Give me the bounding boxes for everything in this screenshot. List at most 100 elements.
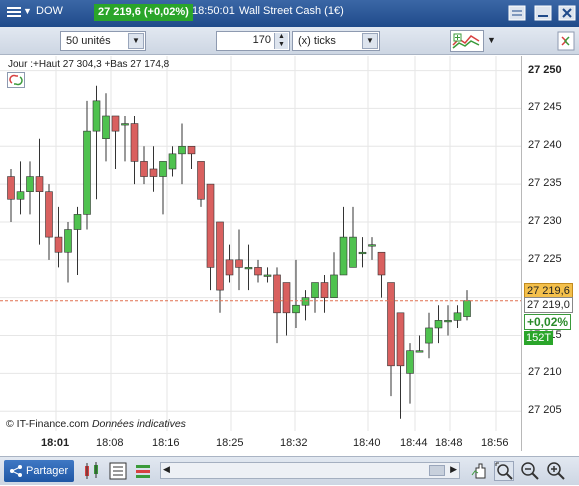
candle[interactable] — [216, 221, 224, 313]
window-list-icon[interactable] — [508, 4, 526, 25]
scrollbar-thumb[interactable] — [429, 465, 445, 476]
candle[interactable] — [187, 145, 196, 169]
chart-area[interactable] — [0, 56, 579, 451]
units-select[interactable]: 50 unités ▼ — [60, 31, 146, 51]
candle[interactable] — [225, 244, 234, 283]
zoom-fit-icon[interactable] — [494, 461, 514, 481]
share-button[interactable]: Partager — [4, 460, 74, 482]
candle[interactable] — [159, 161, 167, 215]
list-view-icon[interactable] — [108, 461, 128, 481]
candle-body — [292, 304, 300, 314]
candle[interactable] — [263, 267, 272, 283]
zoom-in-icon[interactable] — [546, 461, 566, 481]
copyright-text: © IT-Finance.com — [6, 418, 90, 430]
candle[interactable] — [121, 115, 129, 162]
scroll-right-icon[interactable]: ▶ — [450, 464, 457, 475]
candle[interactable] — [273, 267, 281, 344]
candle[interactable] — [64, 221, 72, 283]
menu-icon[interactable] — [6, 4, 22, 23]
candle-body — [7, 176, 15, 200]
candle[interactable] — [425, 312, 433, 359]
candle[interactable] — [282, 282, 291, 336]
candle[interactable] — [453, 305, 462, 328]
candle[interactable] — [301, 290, 310, 321]
y-tick-label: 27 230 — [528, 214, 562, 227]
x-tick-label: 18:25 — [216, 437, 244, 449]
candle-body — [111, 115, 120, 132]
candle[interactable] — [349, 206, 357, 268]
candle[interactable] — [130, 115, 139, 185]
candle[interactable] — [178, 123, 186, 185]
candle[interactable] — [149, 146, 158, 192]
volume-tag: 152T — [524, 331, 554, 345]
candle[interactable] — [368, 237, 376, 260]
candle[interactable] — [206, 183, 215, 291]
candle[interactable] — [292, 259, 300, 328]
candle[interactable] — [197, 161, 205, 207]
y-tick-label: 27 240 — [528, 139, 562, 152]
candle[interactable] — [339, 206, 348, 276]
candle[interactable] — [168, 146, 177, 177]
candle[interactable] — [83, 100, 91, 230]
refresh-icon[interactable] — [7, 72, 25, 91]
pan-icon[interactable] — [470, 461, 490, 481]
chart-type-button[interactable] — [450, 30, 484, 52]
scroll-left-icon[interactable]: ◀ — [163, 464, 170, 475]
candle[interactable] — [92, 85, 101, 200]
candle[interactable] — [311, 282, 319, 313]
candle[interactable] — [102, 93, 110, 162]
chevron-down-icon[interactable]: ▼ — [23, 6, 32, 16]
bars-icon[interactable] — [134, 461, 154, 481]
candle[interactable] — [235, 229, 243, 291]
candle[interactable] — [244, 244, 253, 291]
candle[interactable] — [396, 312, 405, 419]
candle[interactable] — [377, 251, 386, 298]
chevron-down-icon[interactable]: ▼ — [487, 35, 496, 45]
symbol-label[interactable]: DOW — [36, 5, 63, 17]
day-range-legend: Jour :+Haut 27 304,3 +Bas 27 174,8 — [8, 59, 170, 70]
ticks-value[interactable]: 170 — [253, 34, 271, 46]
x-tick-label: 18:01 — [41, 437, 70, 449]
ticks-stepper[interactable]: 170 ▲ ▼ — [216, 31, 290, 51]
candle[interactable] — [434, 305, 443, 344]
candle[interactable] — [45, 184, 53, 260]
candle[interactable] — [140, 146, 148, 185]
candle[interactable] — [358, 237, 367, 268]
candle[interactable] — [35, 138, 44, 245]
reference-price-tag: 27 219,0 — [524, 297, 573, 313]
x-tick-label: 18:16 — [152, 437, 180, 449]
candle-body — [235, 259, 243, 268]
candle[interactable] — [254, 259, 262, 283]
candle[interactable] — [463, 290, 471, 321]
y-tick-label: 27 245 — [528, 101, 562, 114]
candle[interactable] — [7, 168, 15, 222]
chart-scrollbar[interactable]: ◀ ▶ — [160, 462, 460, 479]
footer-toolbar: Partager ◀ ▶ — [0, 456, 579, 485]
close-icon[interactable] — [558, 4, 576, 25]
candle[interactable] — [406, 343, 414, 404]
candle[interactable] — [330, 252, 338, 298]
candle-body — [35, 176, 44, 192]
candle-body — [121, 123, 129, 126]
side-panel-icon[interactable] — [557, 31, 575, 54]
candle[interactable] — [73, 206, 82, 275]
candle-body — [16, 191, 25, 200]
chevron-down-icon[interactable]: ▼ — [362, 33, 378, 49]
candlestick-chart[interactable] — [0, 56, 579, 451]
chevron-down-icon[interactable]: ▼ — [128, 33, 144, 49]
candles-icon[interactable] — [82, 461, 102, 481]
candle[interactable] — [320, 274, 329, 313]
candle[interactable] — [16, 161, 25, 215]
title-bar: ▼ DOW 27 219,6 (+0,02%) 18:50:01 Wall St… — [0, 0, 579, 27]
ticks-unit-select[interactable]: (x) ticks ▼ — [292, 31, 380, 51]
candle-body — [311, 282, 319, 298]
zoom-out-icon[interactable] — [520, 461, 540, 481]
candle[interactable] — [111, 115, 120, 169]
candle[interactable] — [415, 335, 424, 353]
stepper-arrows-icon[interactable]: ▲ ▼ — [274, 33, 288, 49]
candle-body — [45, 191, 53, 238]
minimize-icon[interactable] — [534, 4, 552, 25]
candle-body — [216, 221, 224, 291]
candle[interactable] — [26, 161, 34, 215]
candle[interactable] — [387, 282, 395, 397]
